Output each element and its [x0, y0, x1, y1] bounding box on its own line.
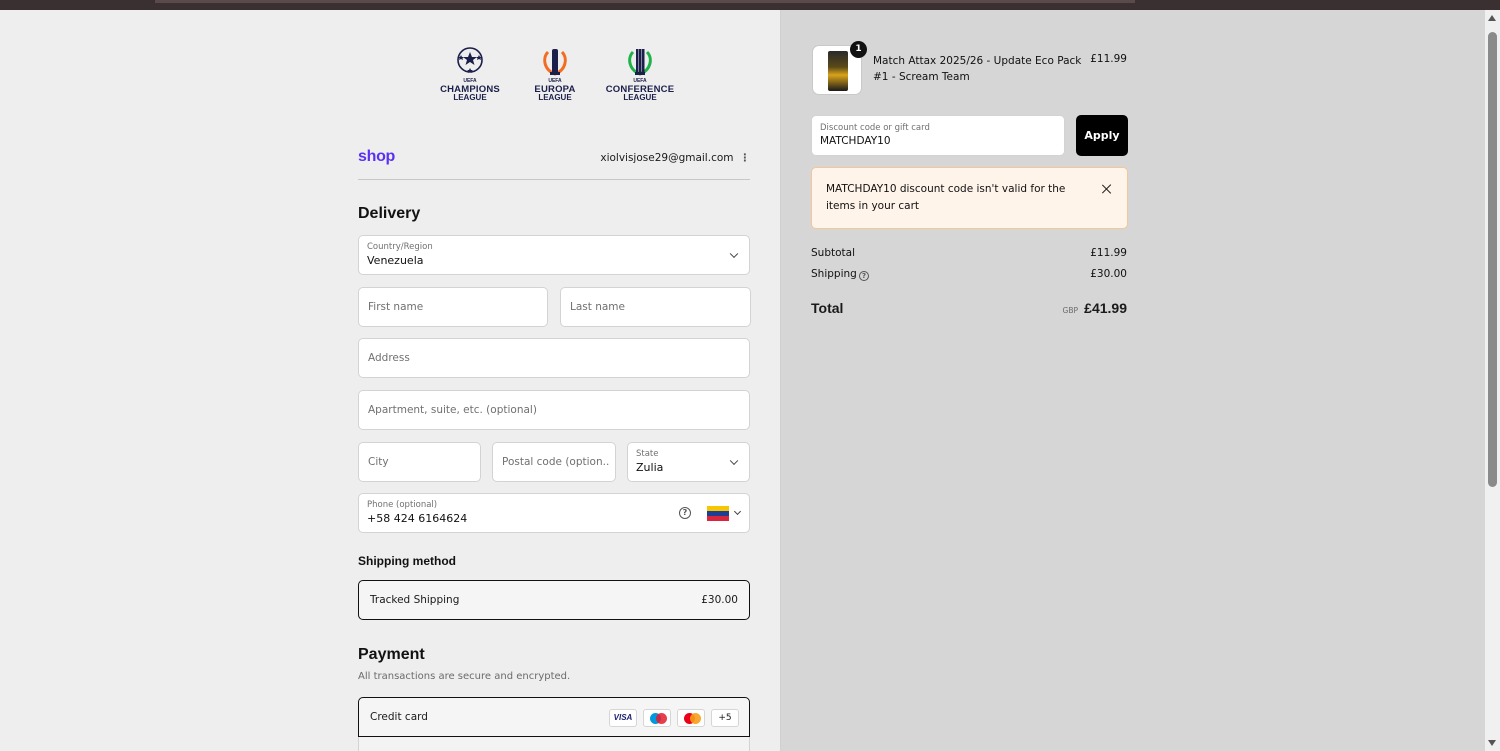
country-label: Country/Region	[367, 242, 433, 252]
more-cards-badge: +5	[711, 709, 739, 727]
state-value: Zulia	[636, 461, 664, 474]
starball-icon	[457, 47, 483, 73]
apply-button[interactable]: Apply	[1076, 115, 1128, 156]
visa-icon: VISA	[609, 709, 637, 727]
league-name-line2: LEAGUE	[453, 93, 487, 102]
country-value: Venezuela	[367, 254, 424, 267]
league-name-line2: LEAGUE	[538, 93, 572, 102]
postal-code-placeholder: Postal code (option...	[502, 456, 610, 468]
phone-value: +58 424 6164624	[367, 512, 468, 525]
state-select[interactable]: State Zulia	[627, 442, 750, 482]
shipping-value: £30.00	[1090, 268, 1127, 280]
address-input[interactable]: Address	[358, 338, 750, 378]
subtotal-label: Subtotal	[811, 247, 855, 259]
shipping-option-label: Tracked Shipping	[370, 594, 460, 606]
account-email: xiolvisjose29@gmail.com	[600, 152, 734, 164]
phone-label: Phone (optional)	[367, 500, 438, 510]
champions-league-logo: UEFA CHAMPIONS LEAGUE	[430, 46, 510, 122]
first-name-input[interactable]: First name	[358, 287, 548, 327]
europa-trophy-icon	[543, 49, 567, 76]
maestro-icon	[643, 709, 671, 727]
product-price: £11.99	[1090, 53, 1127, 65]
league-name-line2: LEAGUE	[623, 93, 657, 102]
apartment-placeholder: Apartment, suite, etc. (optional)	[368, 404, 537, 416]
payment-heading: Payment	[358, 646, 425, 663]
europa-league-logo: UEFA EUROPA LEAGUE	[515, 46, 595, 122]
city-input[interactable]: City	[358, 442, 481, 482]
product-name: Match Attax 2025/26 - Update Eco Pack #1…	[873, 55, 1082, 83]
scroll-down-arrow-icon[interactable]	[1488, 740, 1496, 746]
discount-error-message: MATCHDAY10 discount code isn't valid for…	[826, 183, 1066, 212]
total-currency: GBP	[1062, 306, 1078, 315]
last-name-input[interactable]: Last name	[560, 287, 751, 327]
browser-top-bar	[0, 0, 1500, 10]
product-pack-image	[828, 51, 848, 91]
help-icon[interactable]: ?	[679, 507, 691, 519]
shipping-option-price: £30.00	[701, 594, 738, 606]
account-menu[interactable]: xiolvisjose29@gmail.com ⋮	[560, 152, 750, 164]
payment-method-label: Credit card	[370, 711, 428, 723]
conference-league-logo: UEFA CONFERENCE LEAGUE	[600, 46, 680, 122]
address-placeholder: Address	[368, 352, 410, 364]
scrollbar-thumb[interactable]	[1488, 32, 1497, 487]
conference-trophy-icon	[628, 49, 652, 76]
page-scrollbar[interactable]	[1485, 10, 1500, 751]
shop-pay-logo: shop	[358, 148, 396, 165]
divider	[358, 179, 750, 180]
shipping-method-heading: Shipping method	[358, 554, 456, 568]
discount-code-input[interactable]: Discount code or gift card MATCHDAY10	[811, 115, 1065, 156]
scroll-up-arrow-icon[interactable]	[1488, 15, 1496, 21]
total-value: £41.99	[1084, 300, 1127, 316]
state-label: State	[636, 449, 659, 459]
shipping-option-tracked[interactable]: Tracked Shipping £30.00	[358, 580, 750, 620]
quantity-badge: 1	[850, 41, 867, 58]
more-options-icon[interactable]: ⋮	[740, 152, 751, 164]
total-label: Total	[811, 300, 844, 316]
shipping-label: Shipping	[811, 268, 857, 280]
city-placeholder: City	[368, 456, 389, 468]
payment-option-credit-card[interactable]: Credit card VISA +5	[358, 697, 750, 737]
chevron-down-icon	[729, 249, 739, 259]
apartment-input[interactable]: Apartment, suite, etc. (optional)	[358, 390, 750, 430]
payment-subtitle: All transactions are secure and encrypte…	[358, 671, 571, 682]
subtotal-value: £11.99	[1090, 247, 1127, 259]
country-select[interactable]: Country/Region Venezuela	[358, 235, 750, 275]
venezuela-flag-icon[interactable]	[707, 506, 729, 521]
mastercard-icon	[677, 709, 705, 727]
help-icon[interactable]: ?	[859, 271, 869, 281]
discount-value: MATCHDAY10	[820, 135, 891, 147]
chevron-down-icon[interactable]	[733, 507, 742, 516]
postal-code-input[interactable]: Postal code (option...	[492, 442, 616, 482]
league-logos: UEFA CHAMPIONS LEAGUE UEFA EUROPA LEAGUE…	[430, 46, 680, 122]
chevron-down-icon	[729, 456, 739, 466]
last-name-placeholder: Last name	[570, 301, 625, 313]
first-name-placeholder: First name	[368, 301, 424, 313]
discount-error-banner: MATCHDAY10 discount code isn't valid for…	[811, 167, 1128, 229]
delivery-heading: Delivery	[358, 205, 421, 222]
discount-label: Discount code or gift card	[820, 123, 930, 133]
close-icon[interactable]	[1100, 182, 1114, 196]
phone-input[interactable]: Phone (optional) +58 424 6164624 ?	[358, 493, 750, 533]
credit-card-form-area	[358, 737, 750, 751]
